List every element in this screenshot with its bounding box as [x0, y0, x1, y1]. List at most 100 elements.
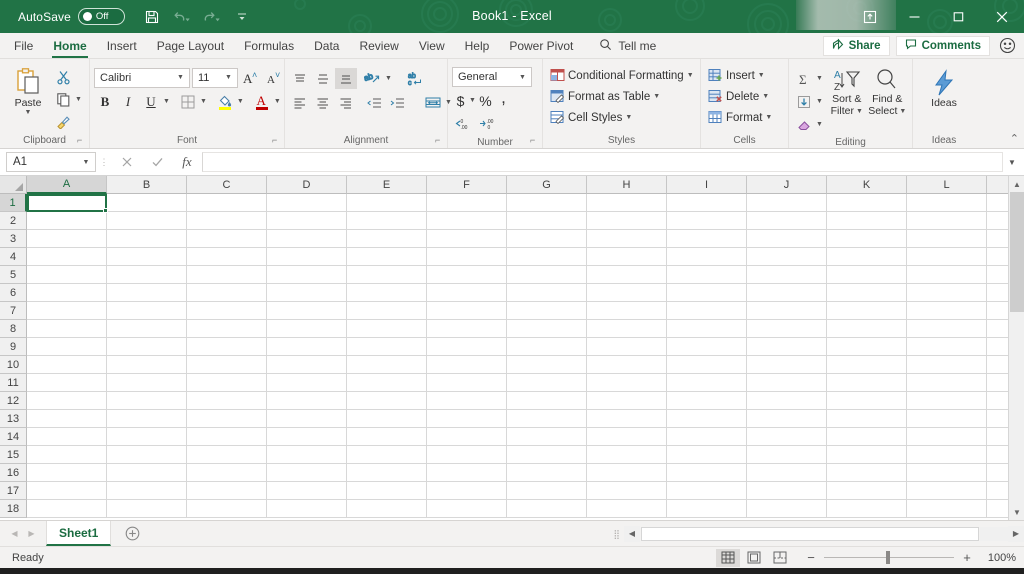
font-size-combo[interactable]: 11 ▼ [192, 67, 238, 88]
cell-D8[interactable] [267, 320, 347, 338]
italic-button[interactable]: I [117, 91, 139, 112]
name-box-chevron-down-icon[interactable]: ▼ [79, 159, 93, 166]
cell-G1[interactable] [507, 194, 587, 212]
cell-F14[interactable] [427, 428, 507, 446]
cell-K18[interactable] [827, 500, 907, 518]
clear-button[interactable] [793, 114, 815, 135]
cell-E2[interactable] [347, 212, 427, 230]
cell-E12[interactable] [347, 392, 427, 410]
cell-J13[interactable] [747, 410, 827, 428]
cell-I2[interactable] [667, 212, 747, 230]
cell-B7[interactable] [107, 302, 187, 320]
cell-D11[interactable] [267, 374, 347, 392]
cell-L1[interactable] [907, 194, 987, 212]
cell-B13[interactable] [107, 410, 187, 428]
cell-A4[interactable] [27, 248, 107, 266]
percent-style-button[interactable]: % [476, 90, 495, 111]
cell-E7[interactable] [347, 302, 427, 320]
conditional-formatting-button[interactable]: Conditional Formatting ▼ [547, 66, 697, 86]
align-left-button[interactable] [289, 92, 311, 113]
cell-J7[interactable] [747, 302, 827, 320]
cell-K10[interactable] [827, 356, 907, 374]
cell-G15[interactable] [507, 446, 587, 464]
vertical-scroll-track[interactable] [1009, 312, 1024, 504]
format-cells-button[interactable]: Format ▼ [705, 108, 775, 128]
cell-G14[interactable] [507, 428, 587, 446]
paste-button[interactable]: Paste ▼ [4, 65, 52, 116]
cell-A8[interactable] [27, 320, 107, 338]
cell-I17[interactable] [667, 482, 747, 500]
row-header-18[interactable]: 18 [0, 500, 27, 518]
cell-D12[interactable] [267, 392, 347, 410]
cell-L7[interactable] [907, 302, 987, 320]
zoom-level-value[interactable]: 100% [980, 552, 1016, 564]
cell-B14[interactable] [107, 428, 187, 446]
cell-C6[interactable] [187, 284, 267, 302]
cell-A9[interactable] [27, 338, 107, 356]
cell-B17[interactable] [107, 482, 187, 500]
cell-I5[interactable] [667, 266, 747, 284]
cell-J17[interactable] [747, 482, 827, 500]
cell-H8[interactable] [587, 320, 667, 338]
cell-I14[interactable] [667, 428, 747, 446]
column-header-B[interactable]: B [107, 176, 187, 194]
decrease-decimal-button[interactable]: 0.00 [452, 114, 474, 135]
row-header-4[interactable]: 4 [0, 248, 27, 266]
cell-I10[interactable] [667, 356, 747, 374]
row-header-12[interactable]: 12 [0, 392, 27, 410]
cell-B5[interactable] [107, 266, 187, 284]
cell-D13[interactable] [267, 410, 347, 428]
tab-power-pivot[interactable]: Power Pivot [499, 33, 583, 58]
font-name-chevron-down-icon[interactable]: ▼ [174, 74, 187, 81]
smiley-face-icon[interactable] [996, 35, 1018, 57]
insert-cells-button[interactable]: Insert ▼ [705, 66, 768, 86]
cell-E15[interactable] [347, 446, 427, 464]
font-dialog-launcher[interactable]: ⌐ [272, 136, 282, 146]
cell-D1[interactable] [267, 194, 347, 212]
cell-A3[interactable] [27, 230, 107, 248]
cell-C3[interactable] [187, 230, 267, 248]
cell-H10[interactable] [587, 356, 667, 374]
font-size-chevron-down-icon[interactable]: ▼ [222, 74, 235, 81]
horizontal-split-handle[interactable]: ⣿ [613, 529, 624, 538]
cell-L14[interactable] [907, 428, 987, 446]
column-header-C[interactable]: C [187, 176, 267, 194]
cell-C16[interactable] [187, 464, 267, 482]
row-header-11[interactable]: 11 [0, 374, 27, 392]
minimize-icon[interactable] [892, 0, 936, 33]
horizontal-scroll-track[interactable] [980, 526, 1008, 541]
cell-J3[interactable] [747, 230, 827, 248]
increase-decimal-button[interactable]: .00 0 [477, 114, 499, 135]
cell-K11[interactable] [827, 374, 907, 392]
cell-K16[interactable] [827, 464, 907, 482]
cell-E13[interactable] [347, 410, 427, 428]
cell-G13[interactable] [507, 410, 587, 428]
row-header-9[interactable]: 9 [0, 338, 27, 356]
column-header-F[interactable]: F [427, 176, 507, 194]
cell-D14[interactable] [267, 428, 347, 446]
bold-button[interactable]: B [94, 91, 116, 112]
cell-I7[interactable] [667, 302, 747, 320]
cell-L13[interactable] [907, 410, 987, 428]
format-painter-button[interactable] [52, 111, 74, 132]
scroll-up-arrow-icon[interactable]: ▲ [1009, 176, 1024, 192]
cell-A12[interactable] [27, 392, 107, 410]
clear-dropdown-caret[interactable]: ▼ [816, 121, 823, 128]
cell-B18[interactable] [107, 500, 187, 518]
cell-B12[interactable] [107, 392, 187, 410]
comments-button[interactable]: Comments [895, 35, 990, 56]
cell-L5[interactable] [907, 266, 987, 284]
cell-L18[interactable] [907, 500, 987, 518]
cell-E4[interactable] [347, 248, 427, 266]
cell-J4[interactable] [747, 248, 827, 266]
vertical-scrollbar[interactable]: ▲ ▼ [1008, 176, 1024, 520]
row-header-8[interactable]: 8 [0, 320, 27, 338]
cell-B9[interactable] [107, 338, 187, 356]
cell-G4[interactable] [507, 248, 587, 266]
autosum-button[interactable]: Σ [793, 68, 815, 89]
row-header-6[interactable]: 6 [0, 284, 27, 302]
cell-J5[interactable] [747, 266, 827, 284]
cell-E3[interactable] [347, 230, 427, 248]
cell-C18[interactable] [187, 500, 267, 518]
tab-page-layout[interactable]: Page Layout [147, 33, 234, 58]
